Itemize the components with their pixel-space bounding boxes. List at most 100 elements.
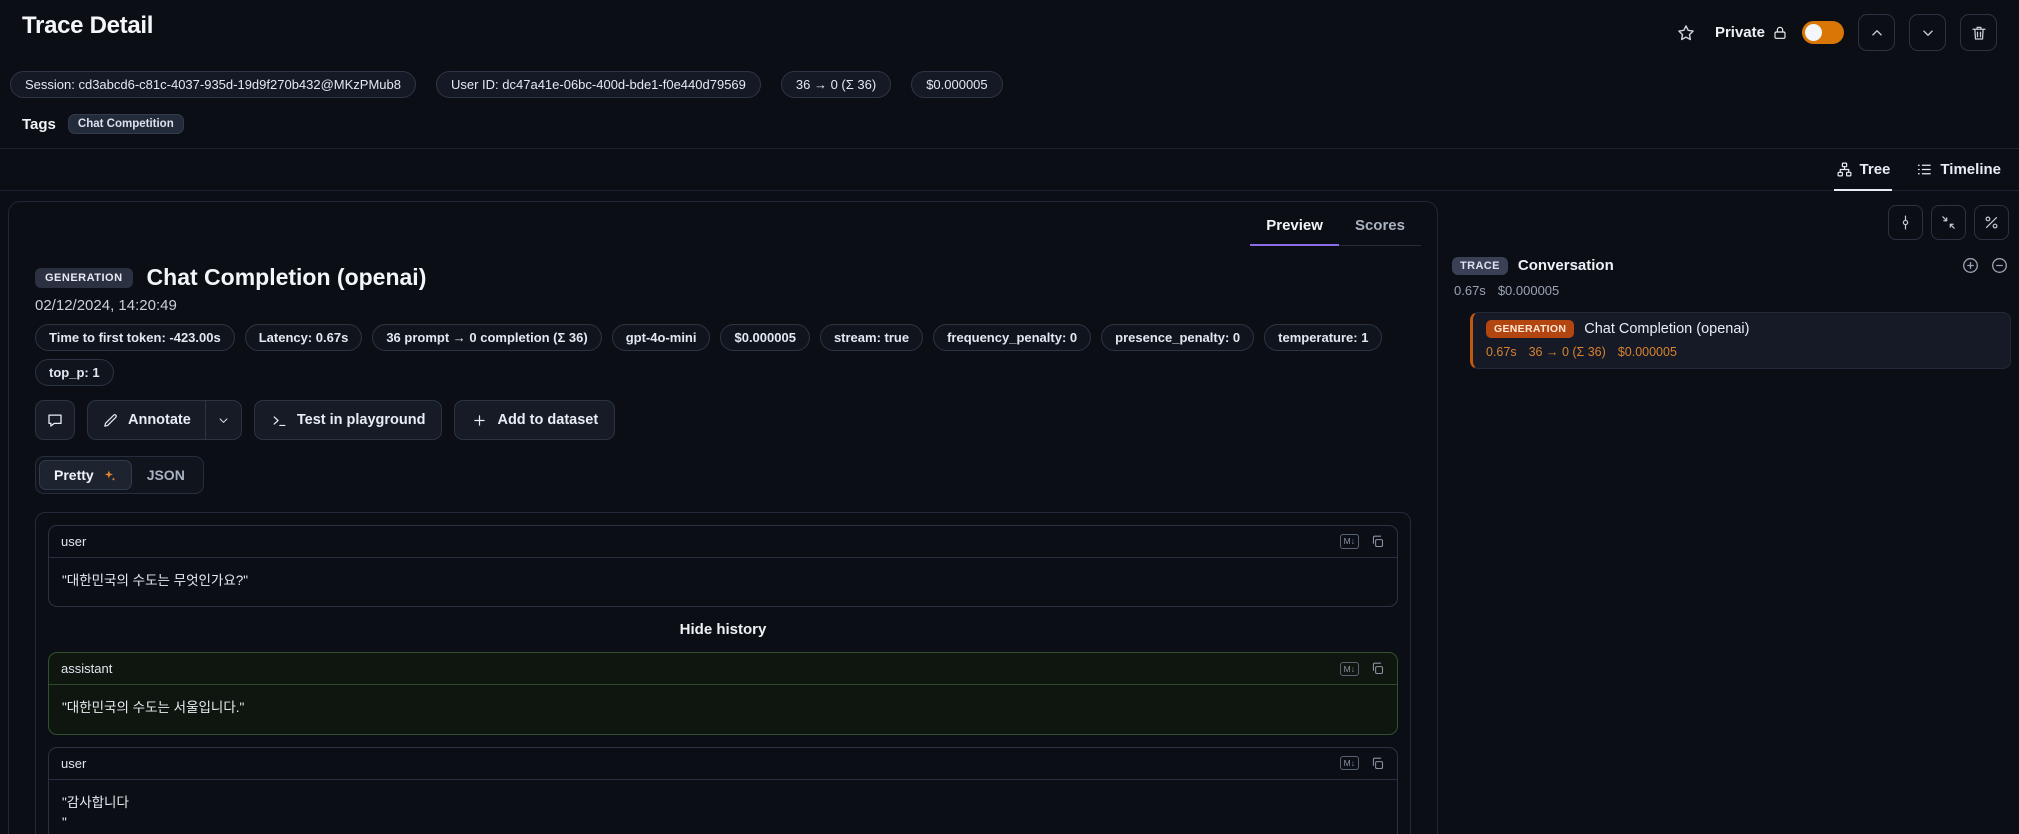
page-title: Trace Detail xyxy=(22,12,154,39)
page-header: Trace Detail Private xyxy=(0,0,2019,51)
observation-metrics-pills: Time to first token: -423.00s Latency: 0… xyxy=(35,324,1411,351)
trace-meta-badges: Session: cd3abcd6-c81c-4037-935d-19d9f27… xyxy=(0,51,2019,98)
observation-actions: Annotate Test in playground Add to datas… xyxy=(35,400,1411,440)
trace-metrics: 0.67s $0.000005 xyxy=(1454,283,2011,298)
message-role: user xyxy=(61,534,87,549)
annotate-dropdown-button[interactable] xyxy=(204,401,241,439)
copy-icon xyxy=(1372,757,1384,769)
message-header: user M↓ xyxy=(49,748,1397,780)
node-latency: 0.67s xyxy=(1486,345,1517,359)
star-icon xyxy=(1678,24,1694,40)
test-in-playground-button[interactable]: Test in playground xyxy=(253,400,443,440)
comment-button[interactable] xyxy=(35,400,75,440)
hide-history-button[interactable]: Hide history xyxy=(48,619,1398,640)
metric-pill: temperature: 1 xyxy=(1264,324,1383,351)
trace-latency: 0.67s xyxy=(1454,283,1486,298)
public-private-toggle[interactable] xyxy=(1802,21,1844,44)
tree-icon xyxy=(1837,162,1852,177)
add-to-dataset-button[interactable]: Add to dataset xyxy=(454,400,616,440)
add-to-dataset-label: Add to dataset xyxy=(497,412,599,428)
metric-pill: top_p: 1 xyxy=(35,359,114,386)
message-header: assistant M↓ xyxy=(49,653,1397,686)
copy-button[interactable] xyxy=(1370,661,1385,676)
markdown-toggle-icon[interactable]: M↓ xyxy=(1339,755,1359,771)
observation-detail-panel: Preview Scores GENERATION Chat Completio… xyxy=(8,201,1438,834)
panel-tabs: Preview Scores xyxy=(1250,208,1421,246)
observation-title: Chat Completion (openai) xyxy=(146,264,427,290)
node-tokens: 36 → 0 (Σ 36) xyxy=(1528,345,1606,359)
metric-pill: Latency: 0.67s xyxy=(244,324,363,351)
show-scores-button[interactable] xyxy=(1888,205,1923,240)
message-content: "대한민국의 수도는 무엇인가요?" xyxy=(62,573,249,588)
message-header: user M↓ xyxy=(49,526,1397,558)
tab-tree[interactable]: Tree xyxy=(1833,149,1893,191)
tree-node-generation[interactable]: GENERATION Chat Completion (openai) 0.67… xyxy=(1470,312,2011,369)
circle-minus-icon xyxy=(1992,258,2007,273)
view-switcher: Tree Timeline xyxy=(0,149,2019,191)
session-badge[interactable]: Session: cd3abcd6-c81c-4037-935d-19d9f27… xyxy=(10,71,416,98)
tab-tree-label: Tree xyxy=(1859,161,1891,178)
markdown-toggle-icon[interactable]: M↓ xyxy=(1339,534,1359,549)
chevron-down-icon xyxy=(1922,29,1933,36)
collapse-tree-button[interactable] xyxy=(1990,256,2009,275)
tab-scores[interactable]: Scores xyxy=(1339,208,1421,245)
metrics-percent-button[interactable] xyxy=(1974,205,2009,240)
format-toggle: Pretty JSON xyxy=(35,456,204,494)
node-type-badge: GENERATION xyxy=(1486,320,1575,338)
node-cost: $0.000005 xyxy=(1617,345,1677,359)
copy-button[interactable] xyxy=(1370,534,1385,549)
trace-cost: $0.000005 xyxy=(1497,283,1560,298)
metric-pill: 36 prompt → 0 completion (Σ 36) xyxy=(372,324,602,351)
content-area: Preview Scores GENERATION Chat Completio… xyxy=(0,191,2019,834)
annotate-button[interactable]: Annotate xyxy=(88,401,205,439)
markdown-toggle-icon[interactable]: M↓ xyxy=(1339,661,1359,676)
pen-icon xyxy=(104,413,117,427)
lock-icon xyxy=(1774,26,1786,39)
tab-timeline-label: Timeline xyxy=(1940,161,2001,178)
commit-vertical-icon xyxy=(1902,215,1909,230)
trace-tree-panel: TRACE Conversation 0.67s $0.000005 GENER… xyxy=(1452,201,2011,369)
delete-trace-button[interactable] xyxy=(1960,14,1997,51)
message-header-icons: M↓ xyxy=(1339,755,1385,771)
tree-toolbar xyxy=(1452,205,2009,240)
chevron-down-icon xyxy=(219,417,228,423)
copy-icon xyxy=(1372,662,1384,675)
copy-button[interactable] xyxy=(1370,756,1385,771)
chevron-up-icon xyxy=(1871,29,1882,36)
expand-all-button[interactable] xyxy=(1961,256,1980,275)
terminal-icon xyxy=(273,415,286,426)
token-usage-badge: 36 → 0 (Σ 36) xyxy=(780,71,892,98)
observation-timestamp: 02/12/2024, 14:20:49 xyxy=(35,297,177,314)
metric-pill: $0.000005 xyxy=(720,324,810,351)
tab-timeline[interactable]: Timeline xyxy=(1916,149,2001,190)
metric-pill: gpt-4o-mini xyxy=(611,324,711,351)
message-header-icons: M↓ xyxy=(1339,534,1385,549)
collapse-all-button[interactable] xyxy=(1931,205,1966,240)
previous-trace-button[interactable] xyxy=(1858,14,1895,51)
tab-preview[interactable]: Preview xyxy=(1250,208,1339,246)
message-user-1: user M↓ "대한민국의 수도는 무엇인가요?" xyxy=(48,525,1398,608)
tag-badge[interactable]: Chat Competition xyxy=(67,114,184,134)
trace-root-row[interactable]: TRACE Conversation xyxy=(1452,256,2011,275)
tags-row: Tags Chat Competition xyxy=(0,114,2019,149)
copy-icon xyxy=(1372,535,1384,548)
annotate-label: Annotate xyxy=(128,412,191,428)
node-metrics: 0.67s 36 → 0 (Σ 36) $0.000005 xyxy=(1486,345,1998,359)
observation-header: GENERATION Chat Completion (openai) xyxy=(35,264,1411,291)
message-header-icons: M↓ xyxy=(1339,661,1385,676)
plus-icon xyxy=(474,414,486,426)
trace-type-badge: TRACE xyxy=(1452,256,1508,275)
next-trace-button[interactable] xyxy=(1909,14,1946,51)
toggle-knob xyxy=(1805,24,1822,41)
circle-plus-icon xyxy=(1963,258,1978,273)
observation-type-badge: GENERATION xyxy=(35,267,133,288)
pretty-toggle[interactable]: Pretty xyxy=(39,460,132,490)
bookmark-star-button[interactable] xyxy=(1671,18,1701,48)
user-id-badge[interactable]: User ID: dc47a41e-06bc-400d-bde1-f0e440d… xyxy=(436,71,761,98)
message-assistant: assistant M↓ "대한민국의 수도는 서울입니다." xyxy=(48,652,1398,735)
annotate-split-button: Annotate xyxy=(87,400,242,440)
json-toggle[interactable]: JSON xyxy=(132,460,200,490)
cost-badge: $0.000005 xyxy=(911,71,1003,98)
metric-pill: stream: true xyxy=(819,324,924,351)
message-role: user xyxy=(61,755,87,771)
